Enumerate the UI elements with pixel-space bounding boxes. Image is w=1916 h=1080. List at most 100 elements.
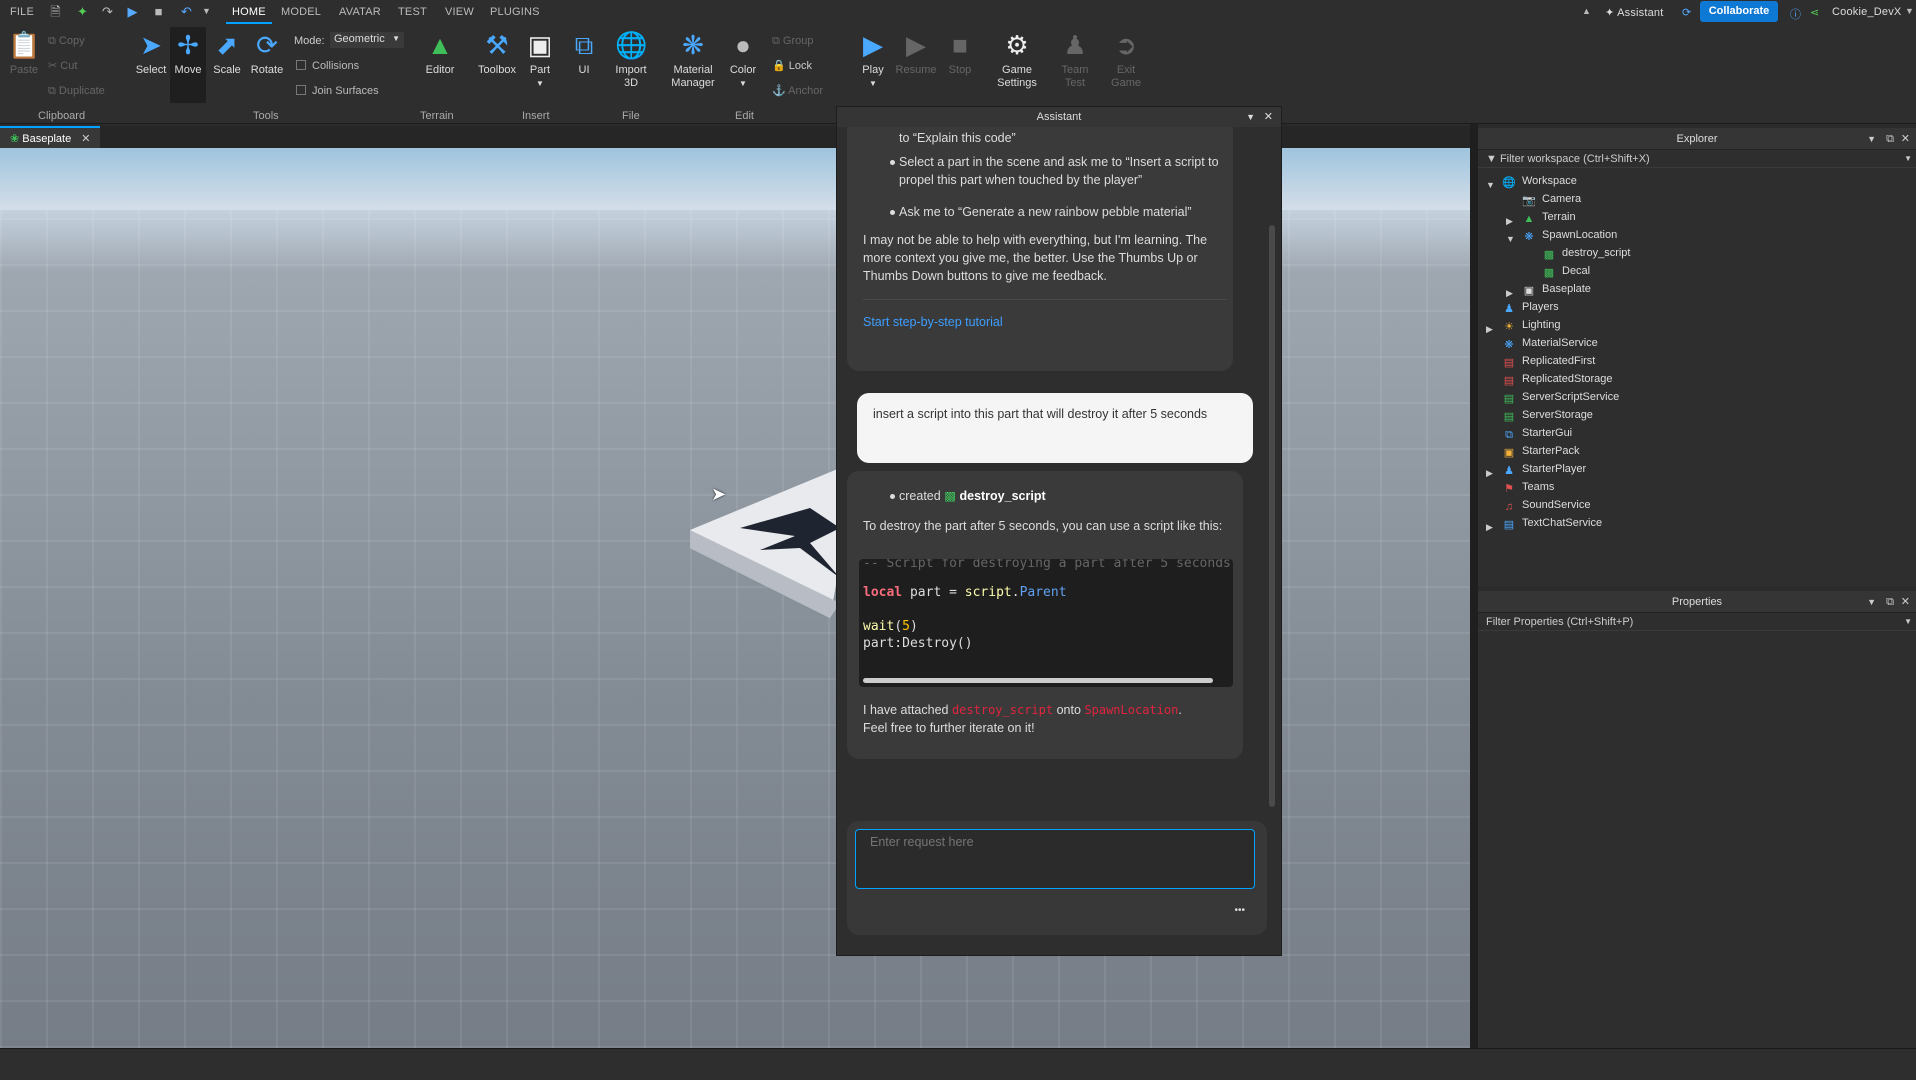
expand-arrow-icon[interactable]: ▶ — [1486, 518, 1493, 536]
close-icon[interactable]: ✕ — [81, 133, 90, 145]
expand-arrow-icon[interactable]: ▶ — [1486, 320, 1493, 338]
more-options-icon[interactable]: ••• — [1234, 905, 1245, 916]
mode-dropdown[interactable]: Geometric ▼ — [330, 32, 404, 48]
tree-item-textchatservice[interactable]: ▤ TextChatService — [1502, 514, 1602, 532]
redo-icon[interactable]: ↷ — [99, 3, 116, 20]
info-icon[interactable]: ⓘ — [1790, 6, 1801, 22]
tree-item-teams[interactable]: ⚑ Teams — [1502, 478, 1554, 496]
chat-history[interactable]: to “Explain this code” Select a part in … — [845, 127, 1265, 767]
play-button[interactable]: ▶ Play ▼ — [856, 30, 890, 90]
resume-button[interactable]: ▶ Resume — [894, 30, 938, 77]
file-menu[interactable]: FILE — [10, 6, 34, 18]
chevron-down-icon[interactable]: ▼ — [1246, 107, 1255, 127]
expand-arrow-icon[interactable]: ▼ — [1486, 176, 1495, 194]
move-button[interactable]: ✢ Move — [170, 27, 206, 103]
select-button[interactable]: ➤ Select — [133, 30, 169, 77]
lock-button[interactable]: 🔒 Lock — [772, 59, 812, 73]
tree-item-decal[interactable]: ▩ Decal — [1542, 262, 1590, 280]
assistant-response: created ▩ destroy_script To destroy the … — [847, 471, 1243, 759]
undock-icon[interactable]: ⧉ — [1886, 128, 1894, 150]
stop-button[interactable]: ■ Stop — [942, 30, 978, 77]
properties-filter-input[interactable]: Filter Properties (Ctrl+Shift+P) ▼ — [1478, 613, 1916, 631]
chevron-down-icon[interactable]: ▼ — [198, 3, 215, 20]
tree-item-startergui[interactable]: ⧉ StarterGui — [1502, 424, 1572, 442]
duplicate-button[interactable]: ⧉ Duplicate — [48, 84, 105, 98]
paste-button[interactable]: 📋 Paste — [6, 30, 42, 77]
cut-button[interactable]: ✂ Cut — [48, 59, 77, 73]
request-input[interactable] — [855, 829, 1255, 889]
tree-item-replicatedfirst[interactable]: ▤ ReplicatedFirst — [1502, 352, 1596, 370]
exit-game-button[interactable]: ➲ Exit Game — [1104, 30, 1148, 90]
material-icon: ❋ — [682, 30, 704, 60]
collapse-ribbon-icon[interactable]: ▲ — [1582, 6, 1591, 16]
undo-icon[interactable]: ↶ — [178, 3, 195, 20]
collaborate-button[interactable]: Collaborate — [1700, 1, 1778, 22]
tab-home[interactable]: HOME — [226, 0, 272, 24]
created-script-link[interactable]: destroy_script — [959, 489, 1045, 503]
game-settings-button[interactable]: ⚙ Game Settings — [994, 30, 1040, 90]
close-icon[interactable]: ✕ — [1264, 107, 1273, 127]
sync-icon[interactable]: ⟳ — [1682, 6, 1691, 19]
toolbox-button[interactable]: ⚒ Toolbox — [475, 30, 519, 77]
tree-item-workspace[interactable]: 🌐 Workspace — [1502, 172, 1577, 190]
panel-splitter[interactable] — [1470, 124, 1478, 1048]
expand-arrow-icon[interactable]: ▶ — [1486, 464, 1493, 482]
tree-item-serverscriptservice[interactable]: ▤ ServerScriptService — [1502, 388, 1619, 406]
tree-item-spawnlocation[interactable]: ❋ SpawnLocation — [1522, 226, 1617, 244]
tree-item-starterpack[interactable]: ▣ StarterPack — [1502, 442, 1580, 460]
chevron-down-icon[interactable]: ▼ — [1867, 591, 1876, 613]
tree-item-destroy-script[interactable]: ▩ destroy_script — [1542, 244, 1631, 262]
tree-item-replicatedstorage[interactable]: ▤ ReplicatedStorage — [1502, 370, 1613, 388]
share-icon[interactable]: ⋖ — [1810, 6, 1819, 19]
tree-item-terrain[interactable]: ▲ Terrain — [1522, 208, 1576, 226]
rotate-button[interactable]: ⟳ Rotate — [248, 30, 286, 77]
tree-item-starterplayer[interactable]: ♟ StarterPlayer — [1502, 460, 1586, 478]
ui-button[interactable]: ⧉ UI — [568, 30, 600, 77]
stop-icon[interactable]: ■ — [150, 3, 167, 20]
tree-item-camera[interactable]: 📷 Camera — [1522, 190, 1581, 208]
material-manager-button[interactable]: ❋ Material Manager — [668, 30, 718, 90]
user-chevron-icon[interactable]: ▼ — [1905, 6, 1914, 16]
join-surfaces-checkbox[interactable]: Join Surfaces — [296, 84, 379, 98]
undock-icon[interactable]: ⧉ — [1886, 591, 1894, 613]
tab-view[interactable]: VIEW — [445, 6, 474, 18]
tutorial-link[interactable]: Start step-by-step tutorial — [863, 313, 1003, 331]
color-button[interactable]: ● Color ▼ — [726, 30, 760, 90]
tree-item-baseplate[interactable]: ▣ Baseplate — [1522, 280, 1591, 298]
tree-item-materialservice[interactable]: ❋ MaterialService — [1502, 334, 1597, 352]
collisions-checkbox[interactable]: Collisions — [296, 59, 359, 73]
tree-item-lighting[interactable]: ☀ Lighting — [1502, 316, 1560, 334]
user-name[interactable]: Cookie_DevX — [1832, 6, 1901, 18]
tab-test[interactable]: TEST — [398, 6, 427, 18]
scale-button[interactable]: ⬈ Scale — [209, 30, 245, 77]
globe-icon: 🌐 — [615, 30, 648, 60]
tree-item-players[interactable]: ♟ Players — [1502, 298, 1559, 316]
expand-arrow-icon[interactable]: ▶ — [1506, 212, 1513, 230]
group-button[interactable]: ⧉ Group — [772, 34, 814, 48]
tab-plugins[interactable]: PLUGINS — [490, 6, 540, 18]
tab-avatar[interactable]: AVATAR — [339, 6, 381, 18]
tree-item-serverstorage[interactable]: ▤ ServerStorage — [1502, 406, 1593, 424]
anchor-button[interactable]: ⚓ Anchor — [772, 84, 823, 98]
terrain-editor-button[interactable]: ▲ Editor — [420, 30, 460, 77]
copy-button[interactable]: ⧉ Copy — [48, 34, 85, 48]
import3d-button[interactable]: 🌐 Import 3D — [610, 30, 652, 90]
code-scrollbar[interactable] — [863, 678, 1213, 683]
explorer-filter-input[interactable]: ▼ Filter workspace (Ctrl+Shift+X) ▼ — [1478, 150, 1916, 168]
tab-model[interactable]: MODEL — [281, 6, 321, 18]
team-test-button[interactable]: ♟ Team Test — [1056, 30, 1094, 90]
tree-item-soundservice[interactable]: ♫ SoundService — [1502, 496, 1591, 514]
chat-scrollbar[interactable] — [1269, 225, 1275, 807]
play-here-icon[interactable]: ▶ — [124, 3, 141, 20]
code-block[interactable]: -- Script for destroying a part after 5 … — [859, 559, 1233, 687]
close-icon[interactable]: ✕ — [1901, 591, 1910, 613]
publish-icon[interactable]: ✦ — [74, 3, 91, 20]
tab-baseplate[interactable]: ❀ Baseplate ✕ — [0, 126, 100, 148]
part-button[interactable]: ▣ Part ▼ — [523, 30, 557, 90]
chevron-down-icon[interactable]: ▼ — [1867, 128, 1876, 150]
gui-icon: ⧉ — [1505, 429, 1513, 441]
new-file-icon[interactable]: 🗎 — [47, 3, 64, 20]
assistant-button[interactable]: ✦ Assistant — [1605, 6, 1664, 19]
expand-arrow-icon[interactable]: ▼ — [1506, 230, 1515, 248]
close-icon[interactable]: ✕ — [1901, 128, 1910, 150]
